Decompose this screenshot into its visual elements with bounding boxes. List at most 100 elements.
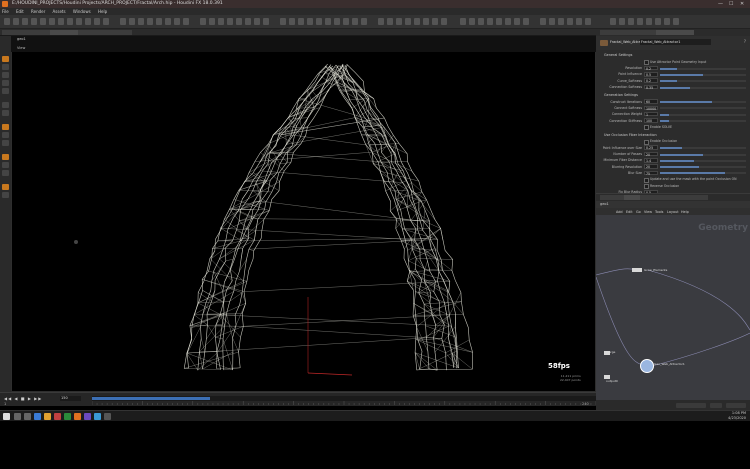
shelf-tool-icon[interactable]	[523, 18, 529, 25]
taskbar-clock[interactable]: 1:08 PM 4/23/2020	[728, 411, 746, 420]
search-icon[interactable]	[14, 413, 21, 420]
param-checkbox[interactable]	[644, 125, 649, 131]
shelf-tool-icon[interactable]	[138, 18, 144, 25]
param-slider[interactable]	[660, 166, 746, 169]
shelf-tool-icon[interactable]	[263, 18, 269, 25]
pane-tab[interactable]	[600, 195, 626, 200]
shelf-tool-icon[interactable]	[200, 18, 206, 25]
param-value-field[interactable]: 0.25	[644, 145, 658, 150]
param-slider[interactable]	[660, 113, 746, 116]
shelf-tool-icon[interactable]	[343, 18, 349, 25]
param-section-header[interactable]: Use Occlusion Fiber Interaction	[604, 132, 657, 138]
param-value-field[interactable]: 20	[644, 151, 658, 157]
param-value-field[interactable]: 0.35	[644, 84, 658, 90]
windows-start-icon[interactable]	[3, 413, 10, 420]
shelf-tool-icon[interactable]	[236, 18, 242, 25]
shelf-tool-icon[interactable]	[22, 18, 28, 25]
help-icon[interactable]: ?	[744, 39, 746, 44]
brush-tool-icon[interactable]	[2, 110, 9, 116]
display-option-icon[interactable]	[2, 162, 9, 168]
selected-network-node[interactable]	[640, 359, 654, 373]
net-menu-edit[interactable]: Edit	[626, 210, 633, 214]
shelf-tool-icon[interactable]	[352, 18, 358, 25]
task-view-icon[interactable]	[24, 413, 31, 420]
status-button[interactable]	[676, 403, 706, 408]
pane-tab-parameters[interactable]	[656, 30, 694, 35]
shelf-tool-icon[interactable]	[432, 18, 438, 25]
network-editor[interactable]: Geometry Grow_Elements Merge Geo_Web_Att…	[596, 215, 750, 406]
shelf-tool-icon[interactable]	[655, 18, 661, 25]
param-value-field[interactable]: 0.5	[644, 72, 658, 77]
shelf-tool-icon[interactable]	[540, 18, 546, 25]
pane-tab[interactable]	[686, 195, 708, 200]
display-option-icon[interactable]	[2, 154, 9, 160]
pane-tab[interactable]	[102, 30, 132, 35]
app-icon[interactable]	[64, 413, 71, 420]
shelf-tool-icon[interactable]	[334, 18, 340, 25]
app-icon[interactable]	[104, 413, 111, 420]
shelf-tool-icon[interactable]	[4, 18, 10, 25]
shelf-tool-icon[interactable]	[289, 18, 295, 25]
shelf-tool-icon[interactable]	[673, 18, 679, 25]
status-button[interactable]	[710, 403, 722, 408]
pane-tab[interactable]	[78, 30, 104, 35]
shelf-tool-icon[interactable]	[505, 18, 511, 25]
pane-tab[interactable]	[600, 30, 632, 35]
param-value-field[interactable]: 1	[644, 111, 658, 117]
menu-render[interactable]: Render	[31, 9, 45, 14]
shelf-tool-icon[interactable]	[165, 18, 171, 25]
timeline-end-frame[interactable]: 240	[582, 402, 589, 406]
shelf-tool-icon[interactable]	[628, 18, 634, 25]
shelf-tool-icon[interactable]	[76, 18, 82, 25]
shelf-tool-icon[interactable]	[156, 18, 162, 25]
pane-tab[interactable]	[24, 30, 52, 35]
select-tool-icon[interactable]	[2, 56, 9, 62]
param-slider[interactable]	[660, 101, 746, 104]
net-menu-go[interactable]: Go	[636, 210, 641, 214]
maximize-button[interactable]: ☐	[729, 0, 733, 8]
houdini-app-icon[interactable]	[74, 413, 81, 420]
param-slider[interactable]	[660, 73, 746, 76]
shelf-tool-icon[interactable]	[441, 18, 447, 25]
shelf-tool-icon[interactable]	[610, 18, 616, 25]
shelf-tool-icon[interactable]	[218, 18, 224, 25]
snap-icon[interactable]	[2, 140, 9, 146]
shelf-tool-icon[interactable]	[227, 18, 233, 25]
playback-controls[interactable]: ◀◀ ◀ ■ ▶ ▶▶	[4, 396, 42, 401]
handle-tool-icon[interactable]	[2, 88, 9, 94]
shelf-tool-icon[interactable]	[147, 18, 153, 25]
shelf-tool-icon[interactable]	[280, 18, 286, 25]
folder-icon[interactable]	[44, 413, 51, 420]
shelf-tool-icon[interactable]	[637, 18, 643, 25]
app-icon[interactable]	[84, 413, 91, 420]
param-slider[interactable]	[660, 120, 746, 122]
shelf-tool-icon[interactable]	[103, 18, 109, 25]
shelf-tool-icon[interactable]	[460, 18, 466, 25]
close-button[interactable]: ✕	[740, 0, 744, 8]
shelf-tool-icon[interactable]	[254, 18, 260, 25]
shelf-tool-icon[interactable]	[487, 18, 493, 25]
shelf-tool-icon[interactable]	[49, 18, 55, 25]
shelf-tool-icon[interactable]	[13, 18, 19, 25]
shelf-tool-icon[interactable]	[514, 18, 520, 25]
param-section-header[interactable]: Generation Settings	[604, 92, 638, 98]
shelf-tool-icon[interactable]	[40, 18, 46, 25]
net-menu-view[interactable]: View	[644, 210, 652, 214]
shelf-tool-icon[interactable]	[361, 18, 367, 25]
param-slider[interactable]	[660, 153, 746, 156]
param-value-field[interactable]: 0.2	[644, 78, 658, 83]
shelf-tool-icon[interactable]	[298, 18, 304, 25]
menu-file[interactable]: File	[2, 9, 9, 14]
shelf-tool-icon[interactable]	[664, 18, 670, 25]
shelf-tool-icon[interactable]	[67, 18, 73, 25]
shelf-tool-icon[interactable]	[414, 18, 420, 25]
shelf-tool-icon[interactable]	[378, 18, 384, 25]
shelf-tool-icon[interactable]	[209, 18, 215, 25]
shelf-tool-icon[interactable]	[558, 18, 564, 25]
shelf-tool-icon[interactable]	[478, 18, 484, 25]
scene-viewport[interactable]	[11, 36, 596, 392]
pane-tab[interactable]	[640, 195, 668, 200]
display-option-icon[interactable]	[2, 170, 9, 176]
shelf-tool-icon[interactable]	[85, 18, 91, 25]
pane-tab[interactable]	[630, 30, 658, 35]
